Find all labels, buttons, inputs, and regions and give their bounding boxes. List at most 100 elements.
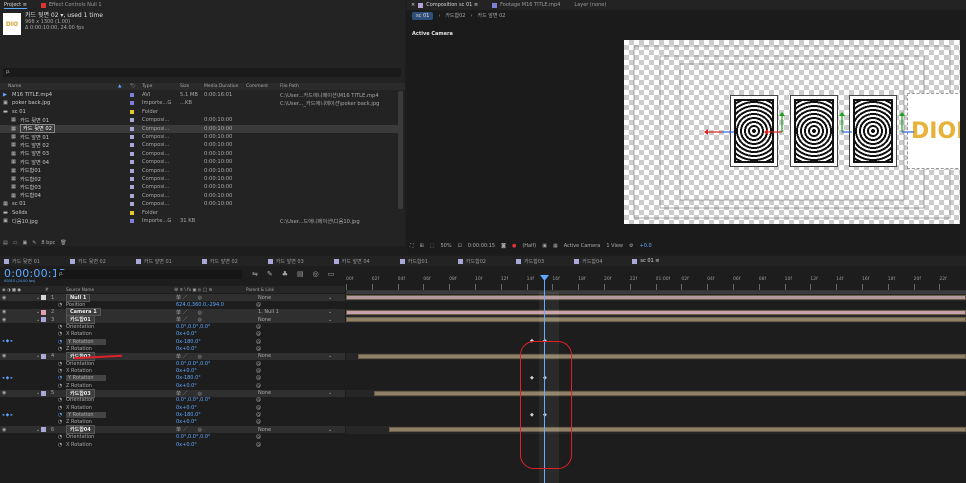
frame-blend-icon[interactable]: ▤ — [297, 270, 304, 278]
label-swatch[interactable] — [130, 210, 134, 215]
grid-icon[interactable]: ⊞ — [420, 243, 424, 249]
layer-label-swatch[interactable] — [41, 295, 46, 300]
label-swatch[interactable] — [130, 219, 134, 223]
label-swatch[interactable] — [130, 185, 134, 190]
timeline-tab[interactable]: 카드합04 — [574, 258, 602, 265]
stopwatch-icon[interactable]: ◔ — [58, 331, 62, 337]
expand-arrow-icon[interactable]: ⌄ — [36, 317, 40, 323]
project-settings-icon[interactable]: ✎ — [32, 240, 36, 246]
eye-icon[interactable]: ◉ — [2, 295, 6, 301]
camera-icon[interactable]: ◙ — [501, 243, 506, 249]
expression-pickwhip-icon[interactable]: @ — [256, 434, 261, 440]
roi-icon[interactable]: ▣ — [542, 243, 547, 249]
exposure-value[interactable]: +0.0 — [640, 243, 652, 249]
expression-pickwhip-icon[interactable]: @ — [256, 302, 261, 308]
stopwatch-icon[interactable]: ◔ — [58, 383, 62, 389]
timeline-tab[interactable]: sc 01 ≡ — [632, 258, 660, 264]
new-folder-icon[interactable]: ▭ — [13, 240, 18, 246]
tab-composition[interactable]: × Composition sc 01 ≡ — [411, 2, 478, 8]
project-item[interactable]: ▦ 카드합01 Composi... 0:00:10:00 — [0, 167, 398, 175]
layer-duration-bar[interactable] — [346, 309, 966, 315]
parent-dropdown[interactable]: None — [258, 353, 271, 359]
timeline-tab[interactable]: 카드 앞면 03 — [267, 258, 304, 265]
tab-layer[interactable]: Layer (none) — [574, 2, 606, 8]
layer-switches[interactable]: 单 ／ ◎ — [176, 316, 202, 323]
layer-label-swatch[interactable] — [41, 390, 46, 396]
expression-pickwhip-icon[interactable]: @ — [256, 324, 261, 330]
bpc-label[interactable]: 8 bpc — [41, 240, 55, 246]
layer-label-swatch[interactable] — [41, 309, 46, 315]
expand-arrow-icon[interactable]: ⌄ — [36, 427, 40, 433]
expression-pickwhip-icon[interactable]: @ — [256, 361, 261, 367]
stopwatch-icon[interactable]: ◔ — [58, 361, 62, 367]
project-item[interactable]: ▦ 카드 앞면 01 Composi... 0:00:10:00 — [0, 133, 398, 141]
label-swatch[interactable] — [130, 135, 134, 139]
property-value[interactable]: 0x-180.0° — [176, 339, 201, 345]
timeline-tab[interactable]: 카드합03 — [516, 258, 544, 265]
project-item[interactable]: ▦ 카드 앞면 03 Composi... 0:00:10:00 — [0, 150, 398, 158]
expression-pickwhip-icon[interactable]: @ — [256, 383, 261, 389]
layer-row[interactable]: ◉ ⌄ 3 카드합01 单 ／ ◎ None ⌄ — [0, 315, 345, 325]
color-icon[interactable]: ● — [512, 243, 516, 249]
layer-switches[interactable]: 单 ／ ◎ — [176, 426, 202, 433]
property-value[interactable]: 0x+0.0° — [176, 419, 197, 425]
expand-arrow-icon[interactable]: ⌄ — [36, 390, 40, 396]
property-value[interactable]: 0x+0.0° — [176, 346, 197, 352]
tab-footage[interactable]: Footage M16 TITLE.mp4 — [492, 2, 560, 8]
expression-pickwhip-icon[interactable]: @ — [256, 346, 261, 352]
stopwatch-icon[interactable]: ◔ — [58, 324, 62, 330]
property-value[interactable]: 0.0°,0.0°,0.0° — [176, 324, 211, 330]
views-dropdown[interactable]: 1 View — [606, 243, 623, 249]
timeline-tab[interactable]: 카드합01 — [399, 258, 428, 265]
breadcrumb-sc01[interactable]: sc 01 — [412, 11, 434, 20]
layer-duration-bar[interactable] — [346, 295, 966, 300]
label-swatch[interactable] — [130, 160, 134, 165]
stopwatch-icon[interactable]: ◔ — [58, 339, 62, 345]
label-swatch[interactable] — [130, 177, 134, 181]
parent-dropdown[interactable]: None — [258, 390, 271, 396]
project-item[interactable]: ▦ 카드 뒷면 01 Composi... 0:00:10:00 — [0, 116, 398, 124]
expression-pickwhip-icon[interactable]: @ — [256, 339, 261, 345]
layer-row[interactable]: ◉ ⌄ 2 Camera 1单 ／ ◎ 1. Null 1 ⌄ — [0, 308, 345, 317]
property-value[interactable]: 0x-180.0° — [176, 412, 201, 418]
column-filepath[interactable]: File Path — [280, 84, 299, 89]
comp-viewer[interactable]: DIOR — [624, 40, 960, 224]
layer-duration-bar[interactable] — [346, 317, 966, 323]
stopwatch-icon[interactable]: ◔ — [58, 302, 62, 308]
property-value[interactable]: 0x+0.0° — [176, 383, 197, 389]
label-swatch[interactable] — [130, 109, 134, 114]
graph-editor-icon[interactable]: ▭ — [328, 270, 335, 278]
parent-header[interactable]: Parent & Link — [246, 287, 274, 292]
draft-3d-icon[interactable]: ✎ — [267, 270, 273, 278]
stopwatch-icon[interactable]: ◔ — [58, 412, 62, 418]
layer-row[interactable]: ◉ ⌄ 1 Null 1单 ／ ◎ None ⌄ — [0, 294, 345, 302]
stopwatch-icon[interactable]: ◔ — [58, 397, 62, 403]
column-type[interactable]: Type — [142, 84, 152, 89]
mask-icon[interactable]: ⬚ — [430, 243, 435, 249]
label-swatch[interactable] — [130, 118, 134, 123]
layer-label-swatch[interactable] — [41, 317, 46, 323]
parent-chevron-icon[interactable]: ⌄ — [328, 317, 332, 323]
stopwatch-icon[interactable]: ◔ — [58, 442, 62, 448]
stopwatch-icon[interactable]: ◔ — [58, 368, 62, 374]
timeline-tab[interactable]: 카드 앞면 01 — [135, 258, 172, 265]
always-preview-icon[interactable]: ⛶ — [410, 243, 414, 249]
label-swatch[interactable] — [130, 101, 134, 106]
transform-gizmo[interactable] — [624, 40, 960, 224]
project-item[interactable]: ▬ Solids Folder — [0, 209, 398, 217]
column-size[interactable]: Size — [180, 84, 189, 89]
expression-pickwhip-icon[interactable]: @ — [256, 375, 261, 381]
parent-dropdown[interactable]: None — [258, 317, 271, 323]
property-value[interactable]: 0.0°,0.0°,0.0° — [176, 397, 211, 403]
layer-duration-bar[interactable] — [389, 427, 966, 433]
label-swatch[interactable] — [130, 143, 134, 148]
project-item[interactable]: ▦ 카드 앞면 02 Composi... 0:00:10:00 — [0, 141, 398, 149]
eye-icon[interactable]: ◉ — [2, 317, 6, 323]
column-duration[interactable]: Media Duration — [204, 84, 239, 89]
project-item[interactable]: ▬ sc 01 Folder — [0, 108, 398, 116]
parent-chevron-icon[interactable]: ⌄ — [328, 353, 332, 359]
project-item[interactable]: ▦ 카드 앞면 04 Composi... 0:00:10:00 — [0, 158, 398, 166]
eye-icon[interactable]: ◉ — [2, 427, 6, 433]
label-swatch[interactable] — [130, 151, 134, 156]
label-swatch[interactable] — [130, 202, 134, 207]
